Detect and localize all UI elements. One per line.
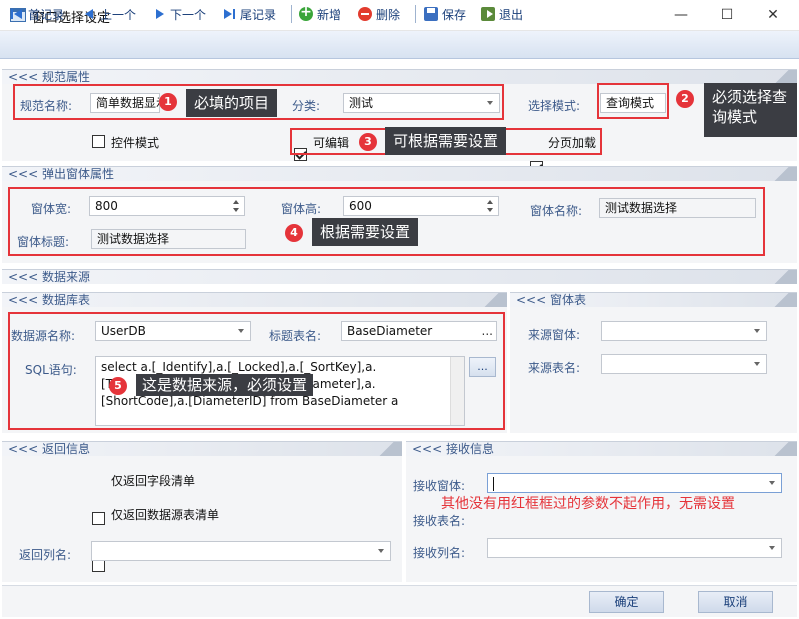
save-label: 保存 <box>442 7 467 22</box>
annotation-box-datasource <box>8 312 505 430</box>
first-record-label: 首记录 <box>28 7 65 22</box>
prev-record-button[interactable]: 上一个 <box>82 4 136 24</box>
receive-column-label: 接收列名: <box>413 546 466 560</box>
section-header-receive-info: <<< 接收信息 <box>406 441 797 456</box>
cancel-button[interactable]: 取消 <box>698 591 773 613</box>
annotation-badge-4: 4 <box>285 224 303 242</box>
return-fields-only-checkbox[interactable] <box>92 512 105 525</box>
section-header-form-table: <<< 窗体表 <box>510 292 797 307</box>
section-header-spec: <<< 规范属性 <box>2 69 797 84</box>
return-fields-only-label: 仅返回字段清单 <box>111 474 196 488</box>
toolbar <box>0 31 799 59</box>
annotation-tip-2-line1: 必须选择查 <box>712 88 788 106</box>
save-icon <box>424 7 438 21</box>
toolbar-separator <box>291 5 292 23</box>
first-record-icon <box>10 7 24 21</box>
delete-button[interactable]: 删除 <box>358 4 400 24</box>
control-mode-checkbox[interactable] <box>92 135 105 148</box>
source-form-label: 来源窗体: <box>528 328 581 342</box>
annotation-tip-2: 必须选择查 询模式 <box>704 83 797 137</box>
add-icon <box>299 4 313 21</box>
annotation-tip-1: 必填的项目 <box>186 89 278 117</box>
chevron-down-icon <box>769 546 775 550</box>
delete-label: 删除 <box>376 7 401 22</box>
chevron-down-icon <box>378 549 384 553</box>
annotation-tip-5: 这是数据来源，必须设置 <box>136 374 314 396</box>
next-icon <box>152 7 166 21</box>
receive-column-select[interactable] <box>487 538 782 558</box>
text-caret <box>493 476 494 491</box>
source-table-label: 来源表名: <box>528 361 581 375</box>
annotation-badge-5: 5 <box>109 377 127 395</box>
last-record-icon <box>222 7 236 21</box>
return-column-select[interactable] <box>91 541 391 561</box>
add-button[interactable]: 新增 <box>299 4 341 24</box>
toolbar-separator <box>415 5 416 23</box>
source-table-select[interactable] <box>601 354 767 374</box>
annotation-badge-3: 3 <box>359 133 377 151</box>
footer-bar <box>2 585 797 617</box>
exit-label: 退出 <box>499 7 524 22</box>
receive-table-label: 接收表名: <box>413 514 466 528</box>
save-button[interactable]: 保存 <box>424 4 466 24</box>
annotation-note: 其他没有用红框框过的参数不起作用，无需设置 <box>441 496 735 512</box>
last-record-button[interactable]: 尾记录 <box>222 4 276 24</box>
chevron-down-icon <box>754 362 760 366</box>
control-mode-label: 控件模式 <box>111 136 160 150</box>
select-mode-label: 选择模式: <box>528 99 581 113</box>
last-record-label: 尾记录 <box>240 7 277 22</box>
delete-icon <box>358 7 372 21</box>
next-label: 下一个 <box>170 7 207 22</box>
return-datasource-only-label: 仅返回数据源表清单 <box>111 508 220 522</box>
section-header-popup: <<< 弹出窗体属性 <box>2 166 797 181</box>
annotation-badge-2: 2 <box>676 90 694 108</box>
return-column-label: 返回列名: <box>19 548 72 562</box>
annotation-box-select-mode <box>597 83 669 119</box>
receive-form-label: 接收窗体: <box>413 479 466 493</box>
source-form-select[interactable] <box>601 321 767 341</box>
chevron-down-icon <box>754 329 760 333</box>
first-record-button[interactable]: 首记录 <box>10 4 64 24</box>
ok-button[interactable]: 确定 <box>589 591 664 613</box>
minimize-button[interactable]: — <box>658 0 704 31</box>
next-record-button[interactable]: 下一个 <box>152 4 206 24</box>
annotation-tip-3: 可根据需要设置 <box>385 127 507 155</box>
annotation-badge-1: 1 <box>159 93 177 111</box>
annotation-tip-2-line2: 询模式 <box>712 108 758 126</box>
annotation-tip-4: 根据需要设置 <box>312 218 419 246</box>
section-header-datasource: <<< 数据来源 <box>2 269 797 284</box>
add-label: 新增 <box>317 7 342 22</box>
exit-icon <box>481 7 495 21</box>
receive-form-select[interactable] <box>487 473 782 493</box>
chevron-down-icon <box>769 481 775 485</box>
prev-label: 上一个 <box>100 7 137 22</box>
section-header-database-table: <<< 数据库表 <box>2 292 507 307</box>
exit-button[interactable]: 退出 <box>481 4 523 24</box>
section-header-return-info: <<< 返回信息 <box>2 441 402 456</box>
close-button[interactable]: ✕ <box>750 0 796 31</box>
maximize-button[interactable]: ☐ <box>704 0 750 31</box>
prev-icon <box>82 7 96 21</box>
